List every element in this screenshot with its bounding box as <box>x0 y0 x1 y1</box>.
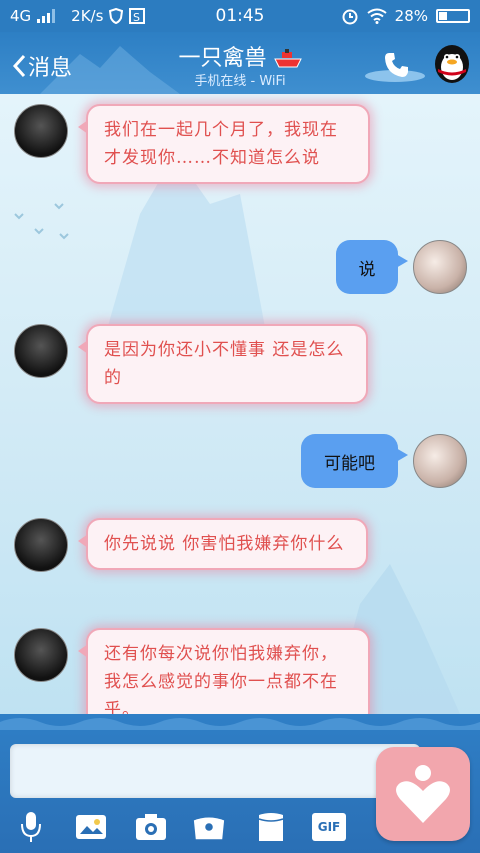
alarm-icon <box>342 9 358 25</box>
message-bubble-incoming: 还有你每次说你怕我嫌弃你，我怎么感觉的事你一点都不在乎。 <box>78 628 370 714</box>
message-bubble-incoming: 我们在一起几个月了，我现在才发现你……不知道怎么说 <box>78 104 370 184</box>
phone-call-icon[interactable] <box>382 50 412 80</box>
chat-area[interactable]: 我们在一起几个月了，我现在才发现你……不知道怎么说 说 是因为你还小不懂事 还是… <box>0 94 480 714</box>
wave-decoration <box>0 718 480 730</box>
emoji-icon[interactable] <box>254 808 288 846</box>
network-speed: 2K/s <box>71 7 104 25</box>
hongbao-icon[interactable] <box>192 808 226 846</box>
input-area: GIF <box>0 714 480 853</box>
ship-icon <box>273 49 302 68</box>
message-bubble-incoming: 是因为你还小不懂事 还是怎么的 <box>78 324 368 404</box>
signal-icon <box>37 9 56 23</box>
toolbar: GIF <box>0 808 480 850</box>
wifi-icon <box>367 8 387 24</box>
contact-avatar[interactable] <box>14 518 68 572</box>
my-avatar[interactable] <box>413 240 467 294</box>
status-bar: 4G 2K/s S 01:45 28% <box>0 0 480 32</box>
message-bubble-outgoing: 可能吧 <box>301 434 408 488</box>
camera-icon[interactable] <box>134 808 168 846</box>
gif-label: GIF <box>317 820 341 834</box>
my-avatar[interactable] <box>413 434 467 488</box>
contact-avatar[interactable] <box>14 324 68 378</box>
message-bubble-incoming: 你先说说 你害怕我嫌弃你什么 <box>78 518 368 570</box>
photo-icon[interactable] <box>74 808 108 846</box>
network-type: 4G <box>10 7 32 25</box>
microphone-icon[interactable] <box>14 808 48 846</box>
chat-header: 消息 一只禽兽 手机在线 - WiFi <box>0 32 480 94</box>
screenshot-icon: S <box>129 8 146 24</box>
contact-name-text: 一只禽兽 <box>178 46 267 71</box>
battery-icon <box>436 9 470 23</box>
status-left: 4G 2K/s S <box>10 7 341 25</box>
message-bubble-outgoing: 说 <box>336 240 408 294</box>
contact-avatar[interactable] <box>14 104 68 158</box>
battery-percent: 28% <box>394 7 428 25</box>
shield-icon <box>109 8 124 24</box>
status-right: 28% <box>341 7 470 25</box>
svg-text:S: S <box>133 11 140 24</box>
birds-decoration <box>14 203 69 240</box>
contact-avatar[interactable] <box>14 628 68 682</box>
gif-icon[interactable]: GIF <box>312 808 346 846</box>
profile-penguin-icon[interactable] <box>430 42 474 86</box>
message-input[interactable] <box>10 744 420 798</box>
